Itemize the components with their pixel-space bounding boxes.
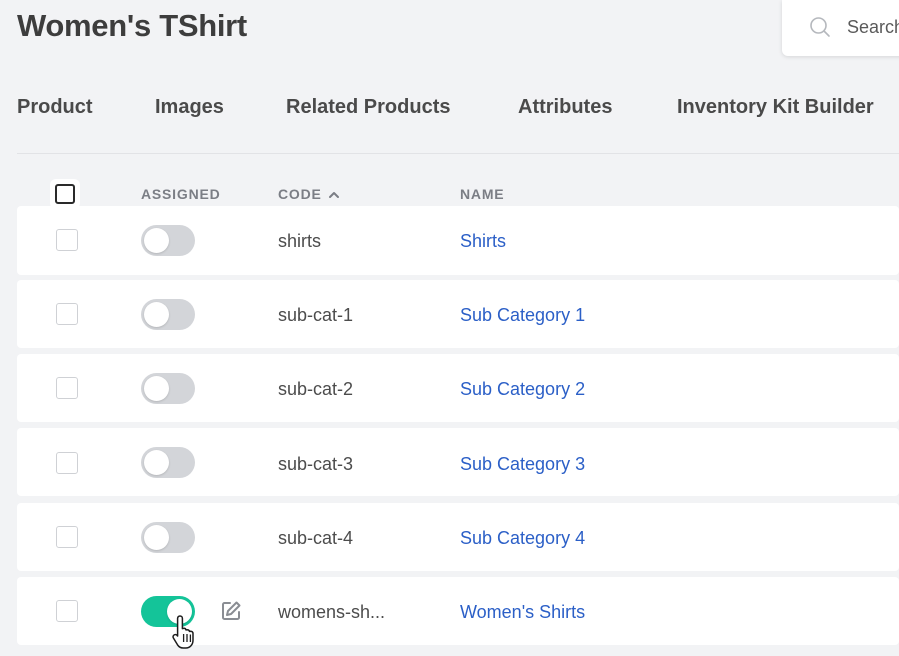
row-name-link[interactable]: Shirts <box>460 231 506 252</box>
table-row: sub-cat-1 Sub Category 1 <box>17 280 899 348</box>
row-checkbox[interactable] <box>56 229 78 251</box>
row-name-link[interactable]: Women's Shirts <box>460 602 585 623</box>
select-all-checkbox-box <box>55 184 75 204</box>
row-checkbox[interactable] <box>56 600 78 622</box>
tab-related-products[interactable]: Related Products <box>286 96 450 119</box>
tab-bar: Product Images Related Products Attribut… <box>17 96 899 136</box>
row-checkbox[interactable] <box>56 526 78 548</box>
toggle-knob <box>144 228 169 253</box>
row-name-link[interactable]: Sub Category 1 <box>460 305 585 326</box>
assigned-toggle[interactable] <box>141 373 195 404</box>
select-all-checkbox[interactable] <box>50 179 80 209</box>
column-header-code-label: CODE <box>278 186 322 202</box>
row-checkbox[interactable] <box>56 377 78 399</box>
tabs-divider <box>17 153 899 154</box>
table-row: womens-sh... Women's Shirts <box>17 577 899 645</box>
toggle-knob <box>144 450 169 475</box>
row-name-link[interactable]: Sub Category 3 <box>460 454 585 475</box>
table-row: sub-cat-3 Sub Category 3 <box>17 428 899 496</box>
tab-images[interactable]: Images <box>155 96 224 119</box>
tab-product[interactable]: Product <box>17 96 93 119</box>
sort-ascending-icon <box>328 192 339 199</box>
pointer-cursor-icon <box>172 615 194 649</box>
table-row: sub-cat-4 Sub Category 4 <box>17 503 899 571</box>
table-row: shirts Shirts <box>17 206 899 275</box>
column-header-name[interactable]: NAME <box>460 186 504 202</box>
assigned-toggle[interactable] <box>141 447 195 478</box>
row-name-link[interactable]: Sub Category 2 <box>460 379 585 400</box>
row-checkbox[interactable] <box>56 303 78 325</box>
search-input[interactable] <box>847 14 899 40</box>
row-code: sub-cat-3 <box>278 454 354 474</box>
toggle-knob <box>144 376 169 401</box>
column-header-code[interactable]: CODE <box>278 186 340 202</box>
assigned-toggle[interactable] <box>141 299 195 330</box>
tab-attributes[interactable]: Attributes <box>518 96 612 119</box>
row-code: sub-cat-1 <box>278 305 354 325</box>
row-code: sub-cat-4 <box>278 528 354 548</box>
tab-inventory-kit-builder[interactable]: Inventory Kit Builder <box>677 96 874 119</box>
column-header-assigned[interactable]: ASSIGNED <box>141 186 221 202</box>
search-icon <box>810 17 830 37</box>
row-code: shirts <box>278 231 322 251</box>
row-code: womens-sh... <box>278 602 386 622</box>
page-title: Women's TShirt <box>17 8 247 43</box>
edit-icon[interactable] <box>219 599 243 623</box>
search-box[interactable] <box>782 0 899 56</box>
assigned-toggle[interactable] <box>141 225 195 256</box>
toggle-knob <box>144 525 169 550</box>
row-name-link[interactable]: Sub Category 4 <box>460 528 585 549</box>
row-checkbox[interactable] <box>56 452 78 474</box>
page: Women's TShirt Product Images Related Pr… <box>0 0 899 656</box>
table-row: sub-cat-2 Sub Category 2 <box>17 354 899 422</box>
row-code: sub-cat-2 <box>278 379 354 399</box>
assigned-toggle[interactable] <box>141 522 195 553</box>
toggle-knob <box>144 302 169 327</box>
